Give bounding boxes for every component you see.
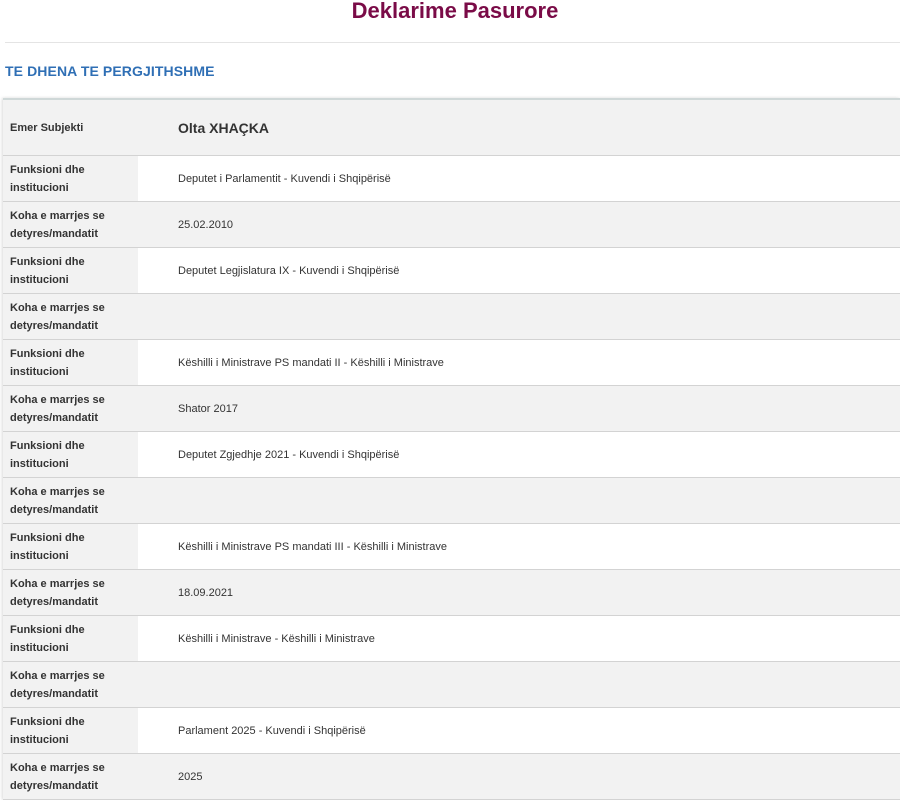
- row-label: Funksioni dhe institucioni: [3, 340, 138, 385]
- cell-gap: [138, 340, 173, 385]
- row-label: Koha e marrjes se detyres/mandatit: [3, 478, 138, 523]
- cell-gap: [138, 754, 173, 799]
- table-row: Koha e marrjes se detyres/mandatit Shato…: [3, 386, 900, 432]
- cell-gap: [138, 662, 173, 707]
- row-label: Funksioni dhe institucioni: [3, 248, 138, 293]
- table-row: Funksioni dhe institucioni Këshilli i Mi…: [3, 340, 900, 386]
- row-value: [173, 294, 900, 339]
- page-title: Deklarime Pasurore: [351, 0, 559, 23]
- table-row: Koha e marrjes se detyres/mandatit 25.02…: [3, 202, 900, 248]
- cell-gap: [138, 100, 173, 155]
- row-value: [173, 478, 900, 523]
- row-label: Funksioni dhe institucioni: [3, 616, 138, 661]
- subject-name: Olta XHAÇKA: [173, 100, 900, 155]
- row-label: Funksioni dhe institucioni: [3, 156, 138, 201]
- row-label: Funksioni dhe institucioni: [3, 432, 138, 477]
- row-value: Deputet Legjislatura IX - Kuvendi i Shqi…: [173, 248, 900, 293]
- row-value: 18.09.2021: [173, 570, 900, 615]
- title-divider: [5, 42, 900, 43]
- row-value: Shator 2017: [173, 386, 900, 431]
- row-value: 25.02.2010: [173, 202, 900, 247]
- general-info-table: Emer Subjekti Olta XHAÇKA Funksioni dhe …: [3, 98, 900, 800]
- table-row: Funksioni dhe institucioni Deputet Zgjed…: [3, 432, 900, 478]
- cell-gap: [138, 432, 173, 477]
- subject-label: Emer Subjekti: [3, 100, 138, 155]
- cell-gap: [138, 248, 173, 293]
- cell-gap: [138, 570, 173, 615]
- cell-gap: [138, 156, 173, 201]
- cell-gap: [138, 202, 173, 247]
- row-label: Koha e marrjes se detyres/mandatit: [3, 662, 138, 707]
- table-row: Koha e marrjes se detyres/mandatit 2025: [3, 754, 900, 800]
- cell-gap: [138, 478, 173, 523]
- row-value: Këshilli i Ministrave - Këshilli i Minis…: [173, 616, 900, 661]
- table-row: Koha e marrjes se detyres/mandatit 18.09…: [3, 570, 900, 616]
- subject-row: Emer Subjekti Olta XHAÇKA: [3, 100, 900, 156]
- row-value: Deputet i Parlamentit - Kuvendi i Shqipë…: [173, 156, 900, 201]
- cell-gap: [138, 616, 173, 661]
- table-row: Funksioni dhe institucioni Deputet i Par…: [3, 156, 900, 202]
- table-row: Koha e marrjes se detyres/mandatit: [3, 478, 900, 524]
- cell-gap: [138, 294, 173, 339]
- table-row: Koha e marrjes se detyres/mandatit: [3, 662, 900, 708]
- row-label: Koha e marrjes se detyres/mandatit: [3, 386, 138, 431]
- cell-gap: [138, 386, 173, 431]
- row-value: 2025: [173, 754, 900, 799]
- row-value: Këshilli i Ministrave PS mandati III - K…: [173, 524, 900, 569]
- row-value: Këshilli i Ministrave PS mandati II - Kë…: [173, 340, 900, 385]
- cell-gap: [138, 708, 173, 753]
- row-label: Koha e marrjes se detyres/mandatit: [3, 570, 138, 615]
- table-row: Koha e marrjes se detyres/mandatit: [3, 294, 900, 340]
- row-label: Koha e marrjes se detyres/mandatit: [3, 202, 138, 247]
- row-label: Funksioni dhe institucioni: [3, 708, 138, 753]
- table-row: Funksioni dhe institucioni Këshilli i Mi…: [3, 524, 900, 570]
- row-label: Koha e marrjes se detyres/mandatit: [3, 754, 138, 799]
- cell-gap: [138, 524, 173, 569]
- table-row: Funksioni dhe institucioni Deputet Legji…: [3, 248, 900, 294]
- row-label: Koha e marrjes se detyres/mandatit: [3, 294, 138, 339]
- table-row: Funksioni dhe institucioni Këshilli i Mi…: [3, 616, 900, 662]
- table-row: Funksioni dhe institucioni Parlament 202…: [3, 708, 900, 754]
- row-value: [173, 662, 900, 707]
- row-label: Funksioni dhe institucioni: [3, 524, 138, 569]
- row-value: Deputet Zgjedhje 2021 - Kuvendi i Shqipë…: [173, 432, 900, 477]
- section-heading: TE DHENA TE PERGJITHSHME: [5, 63, 215, 79]
- row-value: Parlament 2025 - Kuvendi i Shqipërisë: [173, 708, 900, 753]
